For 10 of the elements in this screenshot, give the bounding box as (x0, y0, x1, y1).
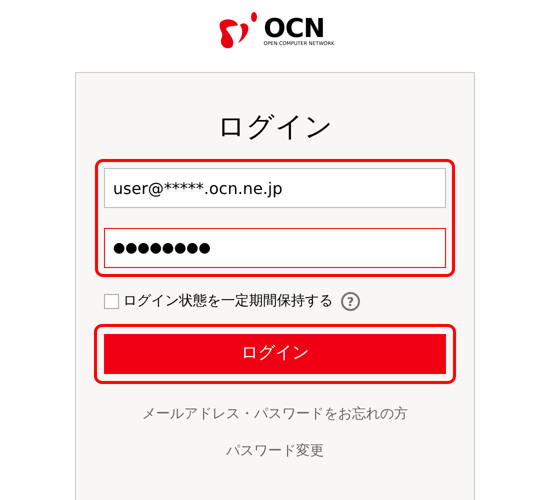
help-icon[interactable]: ? (341, 292, 360, 311)
link[interactable]: パスワード変更 (226, 441, 324, 462)
remember-label: ログイン状態を一定期間保持する (123, 292, 333, 311)
link[interactable]: メールアドレス・パスワードをお忘れの方 (142, 404, 408, 425)
logo-wordmark: OCN (264, 16, 325, 42)
remember-checkbox[interactable] (104, 294, 119, 309)
login-button[interactable]: ログイン (104, 334, 446, 374)
page-title: ログイン (217, 113, 333, 141)
password-field[interactable]: ●●●●●●●● (104, 228, 446, 268)
email-field[interactable]: user@*****.ocn.ne.jp (104, 168, 446, 208)
